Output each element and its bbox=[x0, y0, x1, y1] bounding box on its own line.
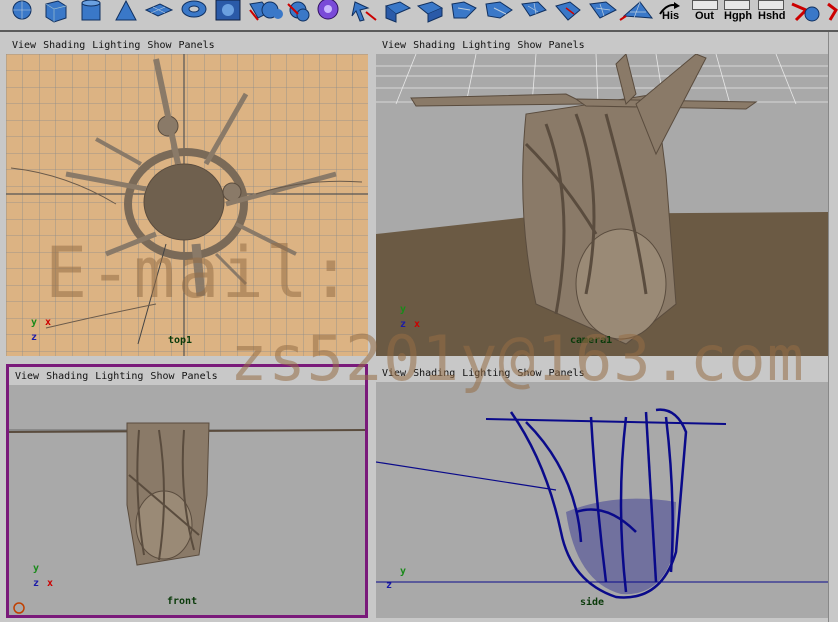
smooth-icon bbox=[317, 0, 339, 20]
menu-lighting[interactable]: Lighting bbox=[462, 40, 510, 51]
extrude-face-icon bbox=[384, 1, 412, 23]
menu-view[interactable]: View bbox=[15, 371, 39, 382]
shelf-button-hshd[interactable]: Hshd bbox=[758, 10, 786, 22]
merge-icon bbox=[555, 1, 581, 21]
axis-label-z: z bbox=[400, 319, 407, 330]
menu-panels[interactable]: Panels bbox=[549, 40, 585, 51]
merge-vertex-icon bbox=[791, 2, 820, 22]
shelf-button-hgph[interactable]: Hgph bbox=[724, 10, 752, 22]
poly-plane-icon bbox=[144, 3, 174, 17]
panel-menubar: View Shading Lighting Show Panels bbox=[6, 36, 368, 54]
menu-lighting[interactable]: Lighting bbox=[95, 371, 143, 382]
axis-label-z: z bbox=[386, 580, 393, 591]
axis-label-z: z bbox=[33, 578, 40, 589]
top-view-scene bbox=[6, 54, 368, 356]
menu-show[interactable]: Show bbox=[517, 40, 541, 51]
panel-menubar: View Shading Lighting Show Panels bbox=[376, 364, 828, 382]
hshd-box[interactable] bbox=[758, 0, 784, 10]
poly-sphere-icon bbox=[12, 0, 32, 20]
subdivide-icon bbox=[521, 1, 547, 17]
axis-label-y: y bbox=[31, 317, 38, 328]
bevel-icon bbox=[451, 1, 477, 19]
side-view-scene bbox=[376, 408, 828, 599]
panel-menubar: View Shading Lighting Show Panels bbox=[9, 367, 365, 385]
shelf-button-his[interactable]: His bbox=[662, 10, 679, 22]
panel-side[interactable]: View Shading Lighting Show Panels y z si… bbox=[376, 364, 828, 618]
axis-label-y: y bbox=[33, 563, 40, 574]
camera-label-top: top1 bbox=[168, 335, 193, 346]
panel-menubar: View Shading Lighting Show Panels bbox=[376, 36, 828, 54]
axis-label-x: x bbox=[414, 319, 421, 330]
shelf-extra-icon bbox=[827, 2, 838, 21]
extrude-edge-icon bbox=[416, 1, 444, 23]
axis-label-x: x bbox=[47, 578, 54, 589]
camera-label-side: side bbox=[580, 597, 605, 608]
menu-view[interactable]: View bbox=[12, 40, 36, 51]
menu-panels[interactable]: Panels bbox=[549, 368, 585, 379]
viewport-front[interactable]: y z x front bbox=[9, 385, 365, 615]
viewport-top[interactable]: y x z top1 bbox=[6, 54, 368, 356]
poly-pipe-icon bbox=[215, 0, 241, 21]
out-box[interactable] bbox=[692, 0, 718, 10]
menu-panels[interactable]: Panels bbox=[179, 40, 215, 51]
menu-panels[interactable]: Panels bbox=[182, 371, 218, 382]
side-scrollbar[interactable] bbox=[828, 32, 838, 622]
wedge-icon bbox=[485, 1, 513, 19]
select-arrow-icon bbox=[351, 1, 377, 22]
menu-shading[interactable]: Shading bbox=[413, 368, 455, 379]
panel-top[interactable]: View Shading Lighting Show Panels y x z … bbox=[6, 36, 368, 356]
menu-view[interactable]: View bbox=[382, 40, 406, 51]
menu-lighting[interactable]: Lighting bbox=[92, 40, 140, 51]
poly-torus-icon bbox=[181, 0, 207, 18]
poly-cone-icon bbox=[115, 0, 137, 21]
shelf-button-out[interactable]: Out bbox=[695, 10, 714, 22]
axis-label-x: x bbox=[45, 317, 52, 328]
menu-shading[interactable]: Shading bbox=[46, 371, 88, 382]
camera-label-persp: camera1 bbox=[570, 335, 613, 346]
camera-label-front: front bbox=[167, 596, 198, 607]
collapse-icon bbox=[589, 1, 617, 19]
front-view-scene bbox=[9, 422, 365, 614]
viewport-persp[interactable]: y z x camera1 bbox=[376, 54, 828, 356]
panel-front[interactable]: View Shading Lighting Show Panels y z x … bbox=[6, 364, 368, 618]
viewport-side[interactable]: y z side bbox=[376, 382, 828, 618]
create-polygon-icon bbox=[619, 1, 654, 21]
axis-label-z: z bbox=[31, 332, 38, 343]
menu-show[interactable]: Show bbox=[517, 368, 541, 379]
axis-label-y: y bbox=[400, 304, 407, 315]
root-mass-front bbox=[126, 422, 210, 566]
menu-show[interactable]: Show bbox=[147, 40, 171, 51]
poly-cube-icon bbox=[45, 0, 67, 23]
sphere-combine-icon bbox=[261, 1, 283, 19]
menu-shading[interactable]: Shading bbox=[413, 40, 455, 51]
menu-lighting[interactable]: Lighting bbox=[462, 368, 510, 379]
axis-label-y: y bbox=[400, 566, 407, 577]
poly-cylinder-icon bbox=[81, 0, 101, 21]
boolean-icon bbox=[287, 1, 310, 22]
hgph-box[interactable] bbox=[724, 0, 750, 10]
menu-view[interactable]: View bbox=[382, 368, 406, 379]
persp-view-scene bbox=[376, 54, 828, 356]
panel-persp[interactable]: View Shading Lighting Show Panels y z x … bbox=[376, 36, 828, 356]
menu-shading[interactable]: Shading bbox=[43, 40, 85, 51]
menu-show[interactable]: Show bbox=[150, 371, 174, 382]
shelf-toolbar: His Out Hgph Hshd bbox=[0, 0, 838, 32]
